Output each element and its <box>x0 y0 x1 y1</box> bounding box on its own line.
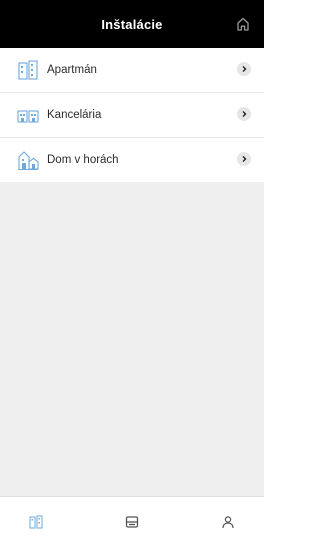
installation-item-kancelaria[interactable]: Kancelária <box>0 93 264 138</box>
installation-label: Apartmán <box>47 64 97 76</box>
installation-label: Kancelária <box>47 109 102 121</box>
tab-devices[interactable] <box>102 497 162 546</box>
installations-icon <box>29 515 43 528</box>
office-icon <box>17 104 39 126</box>
installation-label: Dom v horách <box>47 154 119 166</box>
page-title: Inštalácie <box>101 16 163 32</box>
device-icon <box>125 515 139 528</box>
chevron-right-icon <box>237 62 251 76</box>
header-bar: Inštalácie <box>0 0 264 48</box>
home-button[interactable] <box>232 13 254 35</box>
installation-item-apartman[interactable]: Apartmán <box>0 48 264 93</box>
installation-list: Apartmán Kancelária Dom v horách <box>0 48 264 183</box>
tab-profile[interactable] <box>198 497 258 546</box>
house-icon <box>17 149 39 171</box>
user-icon <box>222 515 234 528</box>
empty-content-area <box>0 182 264 496</box>
chevron-right-icon <box>237 152 251 166</box>
installation-item-dom-v-horach[interactable]: Dom v horách <box>0 138 264 183</box>
tab-installations[interactable] <box>6 497 66 546</box>
bottom-tab-bar <box>0 496 264 546</box>
apartment-icon <box>17 59 39 81</box>
home-icon <box>237 17 249 31</box>
chevron-right-icon <box>237 107 251 121</box>
